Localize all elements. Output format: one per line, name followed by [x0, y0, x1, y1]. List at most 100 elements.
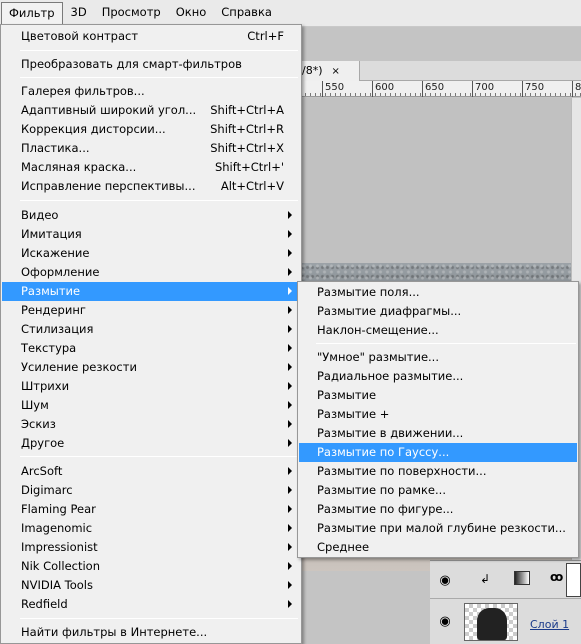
- menu-separator: [20, 77, 298, 78]
- submenu-arrow-icon: [288, 211, 292, 219]
- menu-item-label: Масляная краска...: [21, 160, 137, 174]
- submenu-item-shape-blur[interactable]: Размытие по фигуре...: [299, 500, 577, 519]
- menu-item-adaptive-wide-angle[interactable]: Адаптивный широкий угол... Shift+Ctrl+A: [2, 101, 300, 120]
- filter-menu: Цветовой контраст Ctrl+F Преобразовать д…: [0, 24, 302, 644]
- menu-item-noise[interactable]: Шум: [2, 396, 300, 415]
- menu-item-shortcut: Shift+Ctrl+X: [210, 141, 284, 155]
- menu-item-label: "Умное" размытие...: [317, 350, 439, 364]
- submenu-item-surface-blur[interactable]: Размытие по поверхности...: [299, 462, 577, 481]
- ruler-tick: [572, 81, 573, 97]
- menu-item-impressionist[interactable]: Impressionist: [2, 538, 300, 557]
- menu-item-brush-strokes[interactable]: Штрихи: [2, 377, 300, 396]
- submenu-item-blur[interactable]: Размытие: [299, 386, 577, 405]
- menu-item-blur[interactable]: Размытие: [2, 282, 300, 301]
- menu-item-vanishing-point[interactable]: Исправление перспективы... Alt+Ctrl+V: [2, 177, 300, 196]
- layer-row-adjustment[interactable]: ◉ ↲ ꝏ: [430, 561, 581, 599]
- menu-item-render[interactable]: Рендеринг: [2, 301, 300, 320]
- menu-item-sharpen[interactable]: Усиление резкости: [2, 358, 300, 377]
- menu-item-browse-filters-online[interactable]: Найти фильтры в Интернете...: [2, 623, 300, 642]
- menu-item-label: NVIDIA Tools: [21, 578, 93, 592]
- close-icon[interactable]: ×: [332, 66, 340, 77]
- submenu-arrow-icon: [288, 562, 292, 570]
- document-tab[interactable]: /8*) ×: [300, 61, 360, 81]
- menu-window[interactable]: Окно: [169, 2, 214, 25]
- menu-item-stylize[interactable]: Стилизация: [2, 320, 300, 339]
- menu-item-last-filter[interactable]: Цветовой контраст Ctrl+F: [2, 27, 300, 46]
- submenu-arrow-icon: [288, 486, 292, 494]
- submenu-item-field-blur[interactable]: Размытие поля...: [299, 283, 577, 302]
- menu-item-label: Пластика...: [21, 141, 90, 155]
- clip-arrow-icon: ↲: [480, 572, 491, 586]
- menu-item-arcsoft[interactable]: ArcSoft: [2, 462, 300, 481]
- submenu-item-box-blur[interactable]: Размытие по рамке...: [299, 481, 577, 500]
- ruler-tick: [372, 81, 373, 97]
- menu-item-filter-gallery[interactable]: Галерея фильтров...: [2, 82, 300, 101]
- submenu-item-iris-blur[interactable]: Размытие диафрагмы...: [299, 302, 577, 321]
- layer-thumbnail: [464, 603, 518, 641]
- submenu-arrow-icon: [288, 439, 292, 447]
- menu-item-texture[interactable]: Текстура: [2, 339, 300, 358]
- menu-item-lens-correction[interactable]: Коррекция дисторсии... Shift+Ctrl+R: [2, 120, 300, 139]
- submenu-arrow-icon: [288, 581, 292, 589]
- ruler-tick: [472, 81, 473, 97]
- menu-item-nik-collection[interactable]: Nik Collection: [2, 557, 300, 576]
- submenu-arrow-icon: [288, 230, 292, 238]
- menu-item-label: Радиальное размытие...: [317, 369, 464, 383]
- layer-row-layer1[interactable]: ◉ Слой 1: [430, 599, 581, 644]
- menu-item-label: Другое: [21, 436, 65, 450]
- menu-item-label: Размытие по Гауссу...: [317, 445, 450, 459]
- menu-item-pixelate[interactable]: Оформление: [2, 263, 300, 282]
- menu-filter[interactable]: Фильтр: [1, 1, 63, 25]
- submenu-arrow-icon: [288, 401, 292, 409]
- link-icon[interactable]: ꝏ: [550, 570, 563, 584]
- submenu-item-motion-blur[interactable]: Размытие в движении...: [299, 424, 577, 443]
- ruler-label: 550: [325, 82, 345, 93]
- submenu-arrow-icon: [288, 467, 292, 475]
- submenu-item-blur-more[interactable]: Размытие +: [299, 405, 577, 424]
- menu-item-imagenomic[interactable]: Imagenomic: [2, 519, 300, 538]
- menu-help[interactable]: Справка: [214, 2, 279, 25]
- submenu-item-radial-blur[interactable]: Радиальное размытие...: [299, 367, 577, 386]
- menu-item-label: Штрихи: [21, 379, 70, 393]
- menu-item-flaming-pear[interactable]: Flaming Pear: [2, 500, 300, 519]
- menu-item-sketch[interactable]: Эскиз: [2, 415, 300, 434]
- submenu-item-lens-blur[interactable]: Размытие при малой глубине резкости...: [299, 519, 577, 538]
- document-tab-bar: /8*) ×: [300, 61, 581, 81]
- canvas-background: [300, 98, 571, 263]
- menu-item-label: Redfield: [21, 597, 68, 611]
- submenu-item-tilt-shift[interactable]: Наклон-смещение...: [299, 321, 577, 340]
- menu-item-label: Цветовой контраст: [21, 29, 139, 43]
- menu-item-label: Видео: [21, 208, 59, 222]
- menu-item-nvidia-tools[interactable]: NVIDIA Tools: [2, 576, 300, 595]
- menu-item-convert-smart[interactable]: Преобразовать для смарт-фильтров: [2, 55, 300, 74]
- menu-item-label: Размытие в движении...: [317, 426, 464, 440]
- layer-name[interactable]: Слой 1: [530, 618, 569, 631]
- menu-item-artistic[interactable]: Имитация: [2, 225, 300, 244]
- menu-item-digimarc[interactable]: Digimarc: [2, 481, 300, 500]
- menu-bar: Фильтр 3D Просмотр Окно Справка: [0, 0, 581, 27]
- menu-item-distort[interactable]: Искажение: [2, 244, 300, 263]
- menu-item-redfield[interactable]: Redfield: [2, 595, 300, 614]
- document-tab-label: /8*): [302, 64, 323, 77]
- ruler-tick: [322, 81, 323, 97]
- menu-item-label: Шум: [21, 398, 49, 412]
- ruler-tick: [422, 81, 423, 97]
- submenu-arrow-icon: [288, 268, 292, 276]
- menu-3d[interactable]: 3D: [64, 2, 94, 25]
- submenu-item-gaussian-blur[interactable]: Размытие по Гауссу...: [299, 443, 577, 462]
- menu-item-oil-paint[interactable]: Масляная краска... Shift+Ctrl+': [2, 158, 300, 177]
- menu-view[interactable]: Просмотр: [95, 2, 168, 25]
- menu-item-label: Imagenomic: [21, 521, 93, 535]
- submenu-item-smart-blur[interactable]: "Умное" размытие...: [299, 348, 577, 367]
- submenu-arrow-icon: [288, 363, 292, 371]
- eye-icon[interactable]: ◉: [436, 573, 454, 588]
- eye-icon[interactable]: ◉: [436, 614, 454, 629]
- layer-mask-thumb[interactable]: [566, 563, 581, 597]
- menu-item-shortcut: Ctrl+F: [247, 29, 284, 43]
- submenu-arrow-icon: [288, 325, 292, 333]
- menu-item-label: Digimarc: [21, 483, 73, 497]
- menu-item-other[interactable]: Другое: [2, 434, 300, 453]
- menu-item-liquify[interactable]: Пластика... Shift+Ctrl+X: [2, 139, 300, 158]
- menu-item-video[interactable]: Видео: [2, 206, 300, 225]
- submenu-item-average[interactable]: Среднее: [299, 538, 577, 557]
